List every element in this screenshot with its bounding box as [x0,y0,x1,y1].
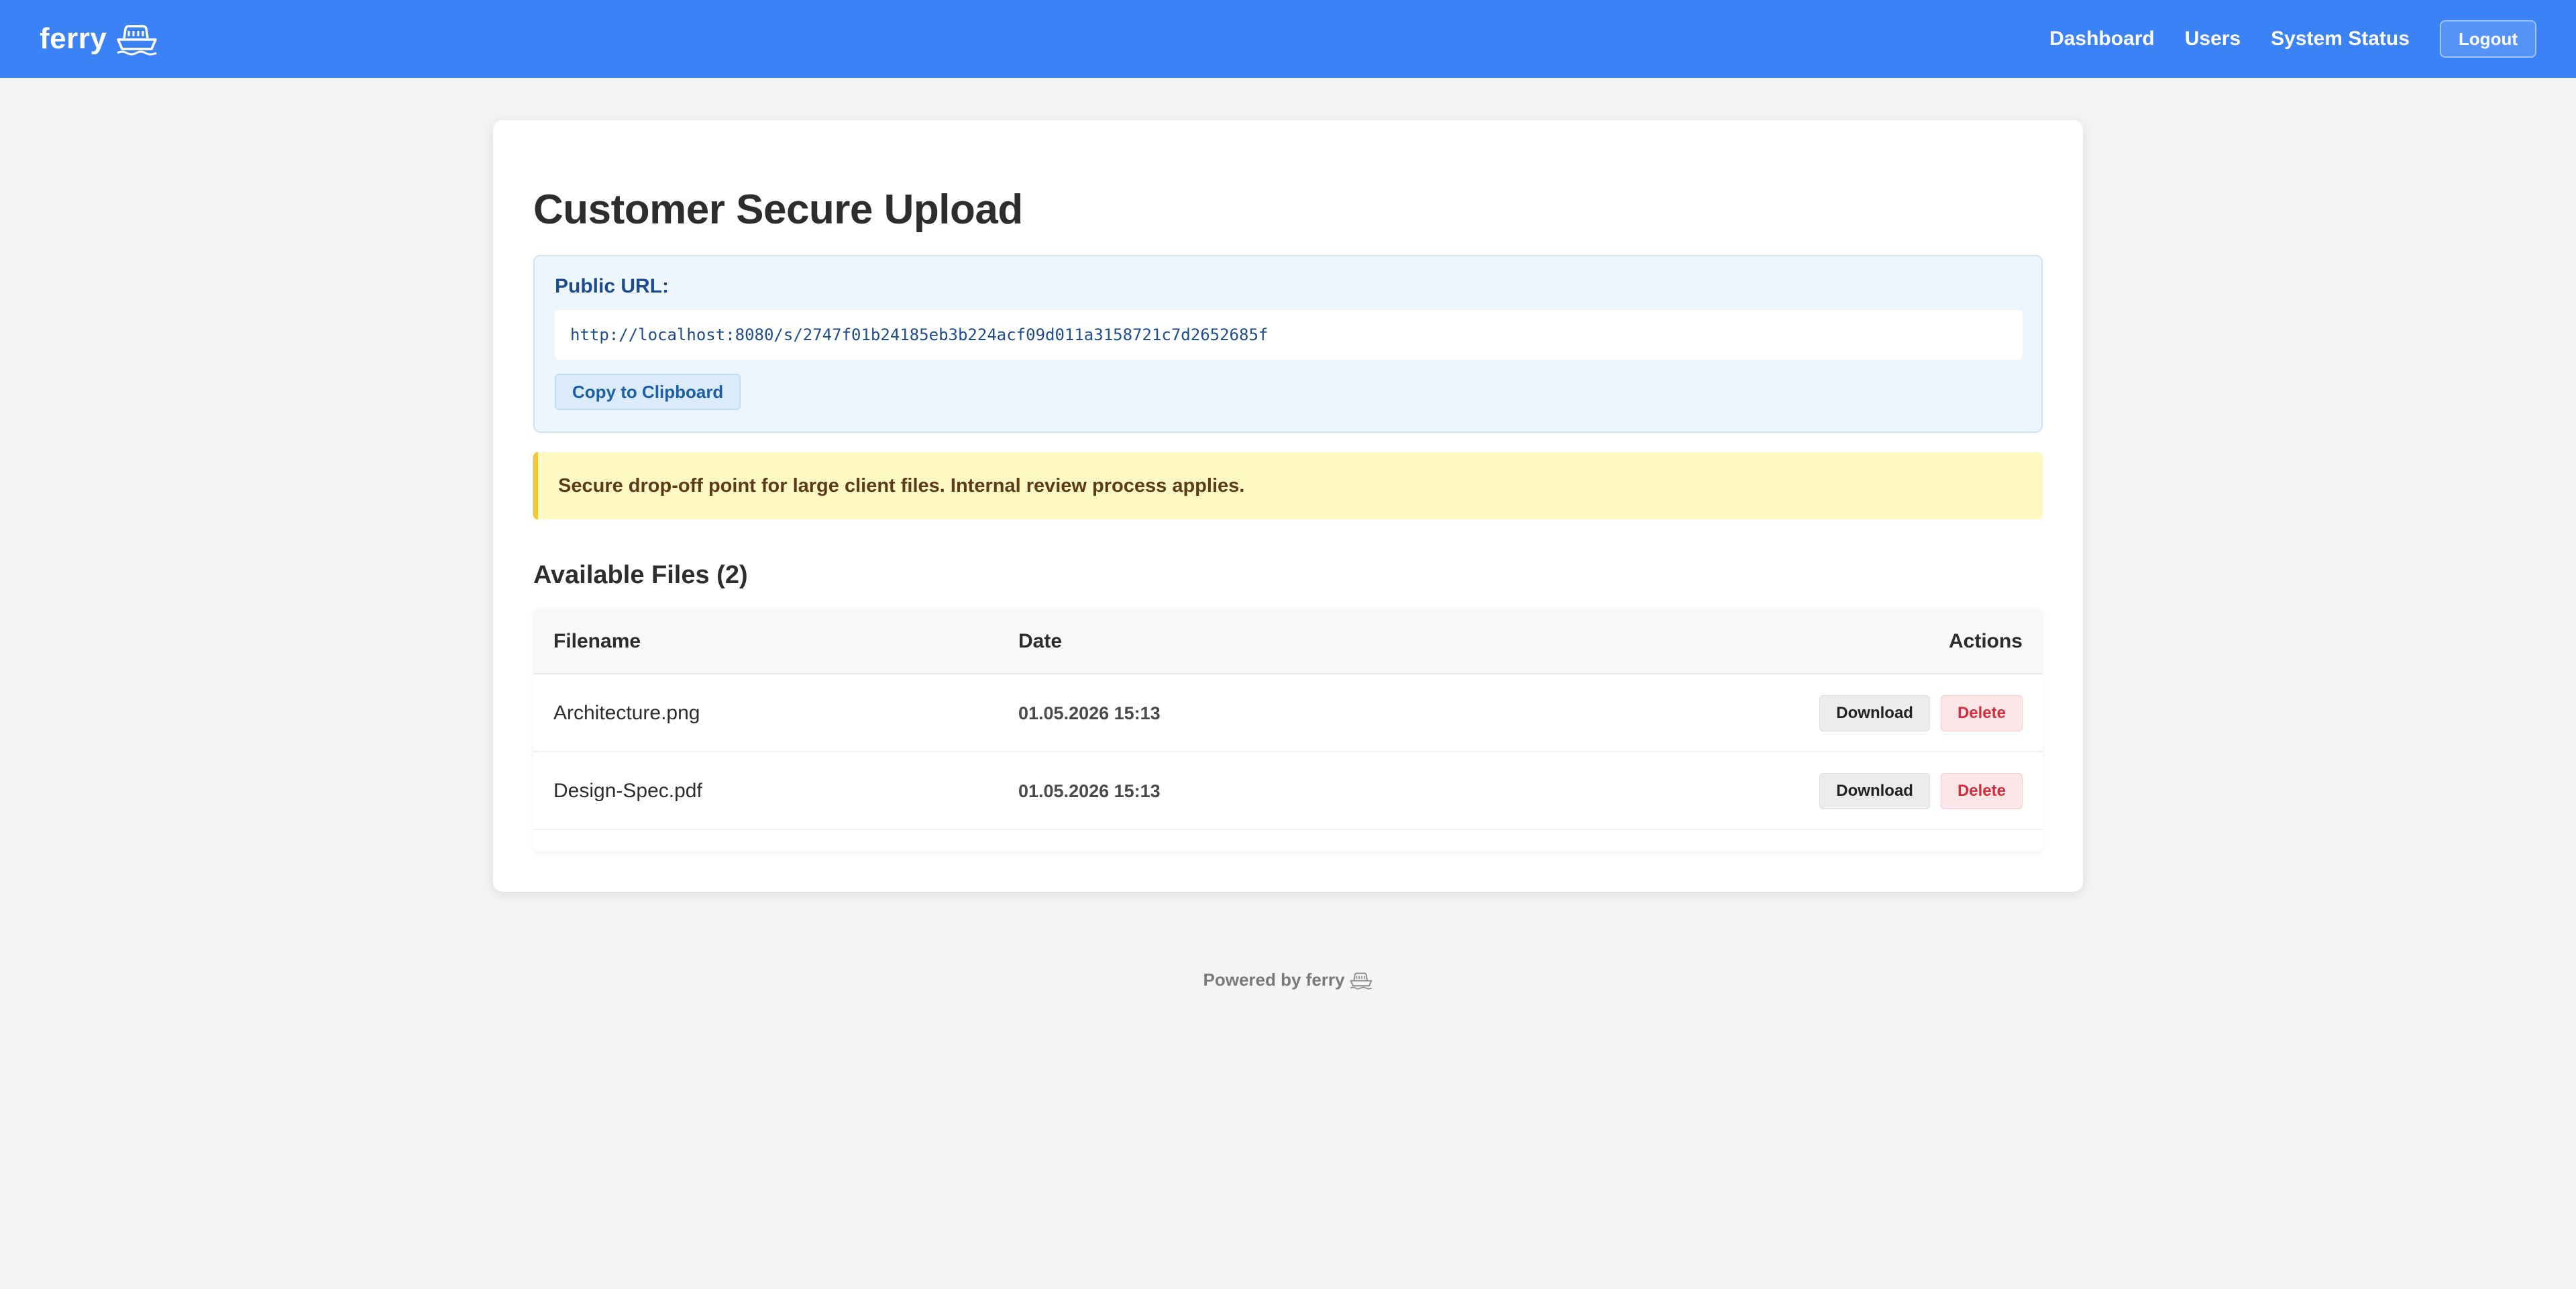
page-title: Customer Secure Upload [533,187,1023,233]
file-name: Design-Spec.pdf [553,780,702,802]
files-heading: Available Files (2) [533,561,748,589]
column-header-filename: Filename [553,630,641,652]
brand[interactable]: ferry [40,19,158,59]
row-actions: Download Delete [1819,752,2023,830]
ferry-boat-icon [1350,972,1373,989]
table-row: Design-Spec.pdf 01.05.2026 15:13 Downloa… [533,752,2043,830]
ferry-boat-icon [117,25,158,56]
column-header-date: Date [1018,630,1063,652]
table-row: Architecture.png 01.05.2026 15:13 Downlo… [533,674,2043,752]
file-date: 01.05.2026 15:13 [1018,780,1161,801]
copy-to-clipboard-button[interactable]: Copy to Clipboard [555,374,741,410]
public-url-label: Public URL: [555,275,669,297]
table-header: Filename Date Actions [533,609,2043,674]
files-table: Filename Date Actions Architecture.png 0… [533,609,2043,852]
nav-links: Dashboard Users System Status Logout [2049,19,2536,59]
brand-name: ferry [40,22,107,55]
nav-link-dashboard[interactable]: Dashboard [2049,28,2155,50]
footer: Powered by ferry [0,970,2576,990]
public-url-box: Public URL: http://localhost:8080/s/2747… [533,255,2043,433]
column-header-actions: Actions [1948,630,2023,652]
nav-link-system-status[interactable]: System Status [2271,28,2410,50]
footer-text: Powered by ferry [1203,970,1345,990]
file-name: Architecture.png [553,702,700,724]
row-actions: Download Delete [1819,674,2023,752]
top-navbar: ferry Dashboard Users System Status Logo… [0,0,2576,78]
public-url-field[interactable]: http://localhost:8080/s/2747f01b24185eb3… [555,310,2023,360]
download-button[interactable]: Download [1819,695,1930,731]
upload-card: Customer Secure Upload Public URL: http:… [493,120,2083,892]
nav-link-users[interactable]: Users [2185,28,2241,50]
notice-banner: Secure drop-off point for large client f… [533,452,2043,519]
delete-button[interactable]: Delete [1940,773,2023,809]
delete-button[interactable]: Delete [1940,695,2023,731]
logout-button[interactable]: Logout [2439,20,2536,58]
download-button[interactable]: Download [1819,773,1930,809]
file-date: 01.05.2026 15:13 [1018,703,1161,723]
